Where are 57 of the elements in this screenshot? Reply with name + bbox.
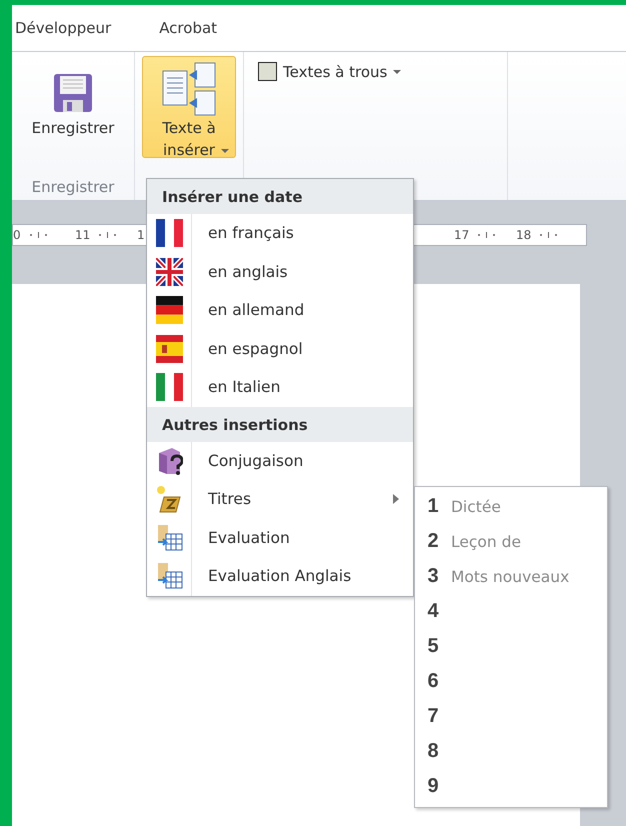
ruler-tick-icon: [98, 230, 118, 238]
submenu-item[interactable]: 5: [415, 629, 607, 664]
menu-item[interactable]: Evaluation: [147, 518, 413, 557]
submenu-item[interactable]: 3 Mots nouveaux: [415, 559, 607, 594]
menu-item[interactable]: en anglais: [147, 252, 413, 291]
item-label: Dictée: [451, 498, 501, 516]
ruler-number: 0: [13, 228, 21, 242]
spanish-flag-icon: [156, 334, 182, 363]
italian-flag-icon: [156, 373, 182, 402]
item-number: 3: [427, 565, 439, 588]
save-button[interactable]: Enregistrer: [24, 64, 122, 144]
submenu-item[interactable]: 1 Dictée: [415, 489, 607, 524]
submenu-item[interactable]: 2 Leçon de: [415, 524, 607, 559]
menu-section-header: Insérer une date: [147, 179, 413, 214]
menu-item[interactable]: Titres: [147, 480, 413, 518]
caret-icon: [393, 70, 402, 74]
item-number: 7: [427, 705, 439, 728]
submenu-item[interactable]: 7: [415, 699, 607, 734]
menu-item[interactable]: Evaluation Anglais: [147, 557, 413, 596]
item-label: Mots nouveaux: [451, 568, 570, 586]
menu-section-header: Autres insertions: [147, 406, 413, 442]
table-arrow-icon: [156, 524, 182, 552]
british-flag-icon: [156, 258, 182, 286]
ruler-number: 17: [454, 228, 470, 242]
item-number: 8: [427, 740, 439, 763]
ruler-tick-icon: [477, 230, 498, 238]
german-flag-icon: [156, 296, 182, 324]
ruler-number: 11: [75, 228, 90, 242]
item-number: 4: [427, 600, 439, 623]
square-icon: [258, 62, 277, 81]
scroll-icon: [156, 485, 182, 514]
ruler-tick-icon: [28, 230, 49, 238]
insert-text-button[interactable]: Texte à insérer: [142, 56, 236, 158]
submenu-item[interactable]: 4: [415, 594, 607, 629]
french-flag-icon: [156, 219, 182, 248]
menu-item[interactable]: Conjugaison: [147, 442, 413, 480]
item-label: Leçon de: [451, 532, 522, 550]
gaps-dropdown[interactable]: Textes à trous: [258, 62, 402, 81]
item-number: 6: [427, 670, 439, 693]
ribbon-tab[interactable]: Développeur: [15, 19, 112, 37]
submenu-item[interactable]: 9: [415, 769, 607, 804]
item-number: 1: [427, 495, 439, 518]
menu-item[interactable]: en allemand: [147, 291, 413, 330]
group-label: Enregistrer: [32, 178, 114, 196]
item-number: 2: [427, 530, 439, 553]
ruler-tick-icon: [539, 230, 560, 238]
item-number: 9: [427, 775, 439, 798]
submenu-item[interactable]: 6: [415, 664, 607, 699]
menu-item[interactable]: en espagnol: [147, 330, 413, 368]
table-arrow-icon: [156, 562, 182, 590]
submenu-item[interactable]: 8: [415, 734, 607, 769]
menu-item[interactable]: en français: [147, 214, 413, 252]
ruler-number: 1: [137, 228, 145, 242]
ribbon-tab[interactable]: Acrobat: [159, 19, 218, 37]
item-number: 5: [427, 635, 439, 658]
ruler-number: 18: [516, 228, 532, 242]
caret-icon: [221, 149, 229, 153]
